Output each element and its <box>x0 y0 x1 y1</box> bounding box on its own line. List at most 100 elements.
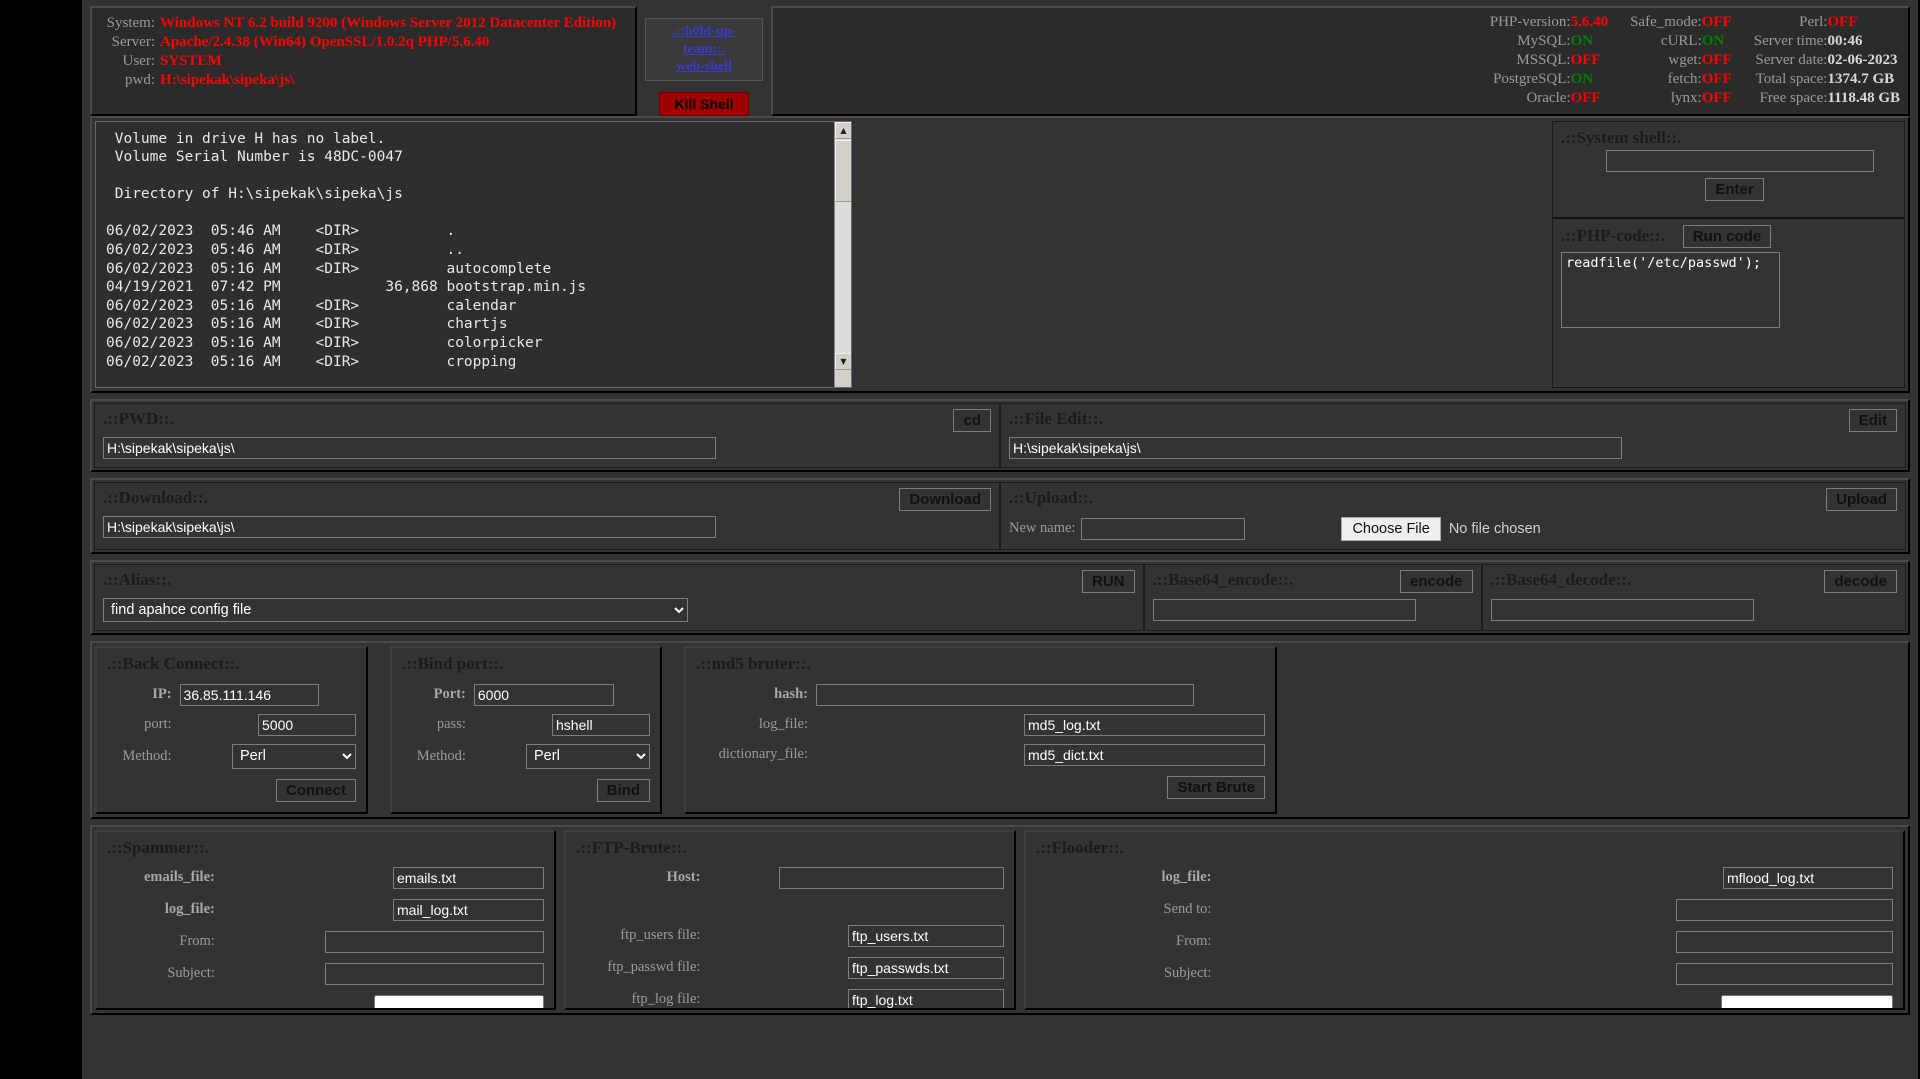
terminal-row: Volume in drive H has no label. Volume S… <box>90 115 1910 393</box>
spammer-log-file-input[interactable] <box>393 898 544 921</box>
bind-port-pass-input[interactable] <box>552 713 650 736</box>
system-shell-input[interactable] <box>1605 149 1874 172</box>
choose-file-button[interactable]: Choose File <box>1341 516 1441 541</box>
scrollbar-thumb[interactable] <box>835 139 851 202</box>
flooder-message-textarea[interactable] <box>1721 994 1893 1008</box>
capability-row: Safe_mode: OFF <box>1630 13 1732 32</box>
system-info-table: System: Windows NT 6.2 build 9200 (Windo… <box>100 14 627 90</box>
system-shell-title: .::System shell::. <box>1561 127 1682 147</box>
fl-from-label: From: <box>1176 933 1212 949</box>
bc-port-label: port: <box>144 716 172 732</box>
bind-port-input[interactable] <box>473 683 614 706</box>
encode-button[interactable]: encode <box>1399 569 1473 593</box>
flooder-send-to-input[interactable] <box>1676 898 1893 921</box>
sp-from-label: From: <box>179 933 215 949</box>
flooder-log-file-input[interactable] <box>1723 866 1893 889</box>
back-connect-port-input[interactable] <box>258 713 356 736</box>
md5-log-label: log_file: <box>758 716 808 732</box>
file-edit-header: .::File Edit::. Edit <box>1009 408 1897 432</box>
pwd-value: H:\sipekak\sipeka\js\ <box>160 72 295 88</box>
team-link-line1[interactable]: .::h0ld-up-team::. <box>652 23 756 58</box>
edit-button[interactable]: Edit <box>1848 408 1897 432</box>
no-file-chosen-text: No file chosen <box>1448 520 1541 537</box>
form-row: Host: <box>576 862 1004 894</box>
start-brute-button[interactable]: Start Brute <box>1167 775 1265 799</box>
system-value: Windows NT 6.2 build 9200 (Windows Serve… <box>160 15 617 31</box>
bc-ip-cell <box>179 680 356 710</box>
terminal-gap <box>852 121 1552 388</box>
ftp-brute-panel: .::FTP-Brute::. Host: ftp_users file: ft… <box>564 829 1016 1010</box>
capability-row: Perl: OFF <box>1754 13 1900 32</box>
flooder-from-input[interactable] <box>1676 930 1893 953</box>
wget-value: OFF <box>1701 52 1732 69</box>
back-connect-form: IP: port: Method: Perl <box>107 680 356 773</box>
back-connect-ip-input[interactable] <box>179 683 319 706</box>
form-row: emails_file: <box>107 862 544 894</box>
back-connect-method-select[interactable]: Perl <box>232 743 356 769</box>
md5-log-input[interactable] <box>1024 713 1265 736</box>
alias-title: .::Alias::. <box>103 569 171 589</box>
form-row: Send to: <box>1036 894 1893 926</box>
new-name-input[interactable] <box>1081 517 1246 540</box>
pwd-input[interactable] <box>103 436 716 459</box>
connect-button[interactable]: Connect <box>276 778 356 802</box>
pwd-title: .::PWD::. <box>103 408 174 428</box>
ftp-passwd-file-input[interactable] <box>848 956 1004 979</box>
download-button[interactable]: Download <box>899 487 991 511</box>
terminal-scrollbar[interactable]: ▲ ▼ <box>834 121 851 387</box>
team-link-line2[interactable]: web-shell <box>652 58 756 76</box>
bp-method-label: Method: <box>416 747 466 764</box>
pwd-section: .::PWD::. cd <box>94 402 1000 468</box>
ftp-host-input[interactable] <box>779 866 1004 889</box>
system-shell-button-row: Enter <box>1561 172 1896 201</box>
capability-row: PHP-version: 5.6.40 <box>1490 13 1608 32</box>
scroll-down-icon[interactable]: ▼ <box>835 352 851 370</box>
pwd-label: pwd: <box>125 72 155 88</box>
md5-dict-cell <box>816 740 1265 770</box>
sp-log-label: log_file: <box>164 901 215 917</box>
ftp-host-cell <box>710 862 1004 894</box>
sp-log-cell <box>225 894 544 926</box>
fl-from-cell <box>1221 926 1893 958</box>
alias-select[interactable]: find apahce config file <box>103 597 688 622</box>
md5-dict-input[interactable] <box>1024 743 1265 766</box>
download-input[interactable] <box>103 515 716 538</box>
system-shell-enter-button[interactable]: Enter <box>1705 177 1764 201</box>
spammer-message-textarea[interactable] <box>374 994 544 1008</box>
system-info-row: pwd: H:\sipekak\sipeka\js\ <box>100 71 627 90</box>
spammer-from-input[interactable] <box>325 930 544 953</box>
md5-hash-input[interactable] <box>816 683 1194 706</box>
base64-decode-input[interactable] <box>1490 598 1754 621</box>
flooder-panel: .::Flooder::. log_file: Send to: From: <box>1024 829 1905 1010</box>
upload-button[interactable]: Upload <box>1826 487 1897 511</box>
bp-method-cell: Perl <box>474 740 650 773</box>
base64-decode-header: .::Base64_decode::. decode <box>1490 569 1897 593</box>
bind-port-form: Port: pass: Method: Perl <box>402 680 650 773</box>
ftp-users-file-input[interactable] <box>848 924 1004 947</box>
fetch-label: fetch: <box>1667 71 1702 88</box>
ftp-brute-form: Host: ftp_users file: ftp_passwd file: <box>576 862 1004 1008</box>
spammer-emails-file-input[interactable] <box>393 866 544 889</box>
header: System: Windows NT 6.2 build 9200 (Windo… <box>90 6 1910 116</box>
bind-port-method-select[interactable]: Perl <box>526 743 650 769</box>
php-code-textarea[interactable]: readfile('/etc/passwd'); <box>1561 251 1780 328</box>
base64-encode-input[interactable] <box>1152 598 1416 621</box>
fl-subject-label: Subject: <box>1163 965 1212 981</box>
run-alias-button[interactable]: RUN <box>1082 569 1135 593</box>
server-label: Server: <box>111 34 155 50</box>
scroll-up-icon[interactable]: ▲ <box>835 121 851 139</box>
decode-button[interactable]: decode <box>1824 569 1897 593</box>
base64-decode-title: .::Base64_decode::. <box>1490 569 1632 589</box>
ftp-log-file-input[interactable] <box>848 988 1004 1008</box>
file-edit-input[interactable] <box>1009 436 1622 459</box>
flooder-subject-input[interactable] <box>1676 962 1893 985</box>
kill-shell-button[interactable]: Kill Shell <box>659 91 749 116</box>
form-row: dictionary_file: <box>696 740 1265 770</box>
capability-row: Oracle: OFF <box>1490 89 1608 108</box>
resize-grip-icon[interactable] <box>835 369 851 387</box>
cd-button[interactable]: cd <box>953 408 991 432</box>
pwd-fileedit-row: .::PWD::. cd .::File Edit::. Edit <box>90 398 1910 472</box>
spammer-subject-input[interactable] <box>325 962 544 985</box>
bind-button[interactable]: Bind <box>596 778 650 802</box>
run-code-button[interactable]: Run code <box>1682 224 1772 248</box>
